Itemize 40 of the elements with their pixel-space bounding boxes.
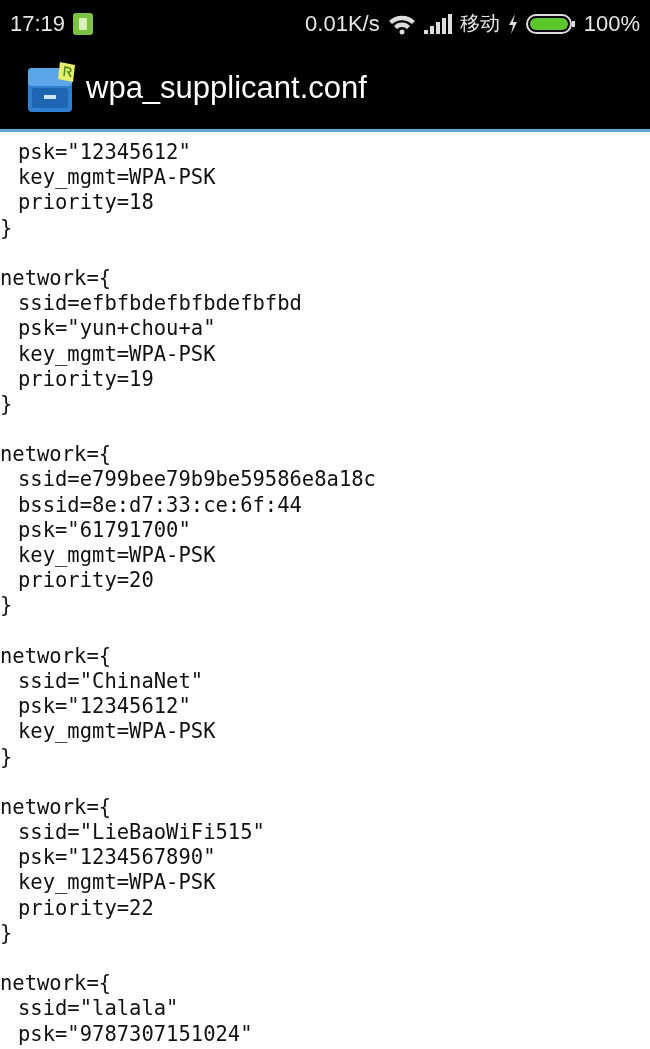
code-line: key_mgmt=WPA-PSK bbox=[18, 719, 216, 745]
code-line: } bbox=[0, 593, 13, 619]
code-line: network={ bbox=[0, 643, 112, 669]
code-line: priority=20 bbox=[18, 568, 154, 594]
code-line: key_mgmt=WPA-PSK bbox=[18, 165, 216, 191]
signal-icon bbox=[423, 13, 452, 34]
code-line: network={ bbox=[0, 971, 112, 997]
code-line: psk="9787307151024" bbox=[18, 1021, 253, 1047]
code-line: ssid="ChinaNet" bbox=[18, 668, 204, 695]
code-line: network={ bbox=[0, 265, 112, 292]
window-title: wpa_supplicant.conf bbox=[86, 70, 367, 106]
battery-icon bbox=[525, 12, 576, 35]
code-line: psk="yun+chou+a" bbox=[18, 316, 216, 342]
code-line: ssid="lalala" bbox=[18, 996, 179, 1022]
sim-card-icon bbox=[73, 12, 94, 35]
carrier-name: 移动 bbox=[459, 10, 500, 37]
code-line: key_mgmt=WPA-PSK bbox=[18, 870, 216, 896]
battery-percent: 100% bbox=[583, 10, 640, 37]
code-line: } bbox=[0, 920, 13, 946]
code-line: network={ bbox=[0, 794, 112, 821]
code-line: ssid=efbfbdefbfbdefbfbd bbox=[18, 291, 302, 317]
code-line: ssid="LieBaoWiFi515" bbox=[18, 820, 265, 846]
code-line: } bbox=[0, 391, 13, 418]
code-line: key_mgmt=WPA-PSK bbox=[18, 543, 216, 569]
file-cabinet-icon bbox=[26, 62, 76, 114]
code-line: } bbox=[0, 215, 13, 241]
code-line: key_mgmt=WPA-PSK bbox=[18, 341, 216, 367]
code-line: priority=22 bbox=[18, 895, 154, 921]
code-line: network={ bbox=[0, 442, 112, 468]
code-line: psk="61791700" bbox=[18, 517, 191, 543]
network-speed: 0.01K/s bbox=[305, 10, 380, 37]
code-line: priority=19 bbox=[18, 366, 154, 392]
code-line: psk="12345612" bbox=[18, 140, 191, 166]
clock: 17:19 bbox=[10, 10, 66, 37]
code-line: bssid=8e:d7:33:ce:6f:44 bbox=[18, 492, 302, 518]
code-line: ssid=e799bee79b9be59586e8a18c bbox=[18, 467, 376, 493]
code-line: psk="1234567890" bbox=[18, 845, 216, 871]
code-line: } bbox=[0, 744, 13, 770]
code-line: priority=18 bbox=[18, 190, 154, 216]
code-line: psk="12345612" bbox=[18, 694, 191, 720]
